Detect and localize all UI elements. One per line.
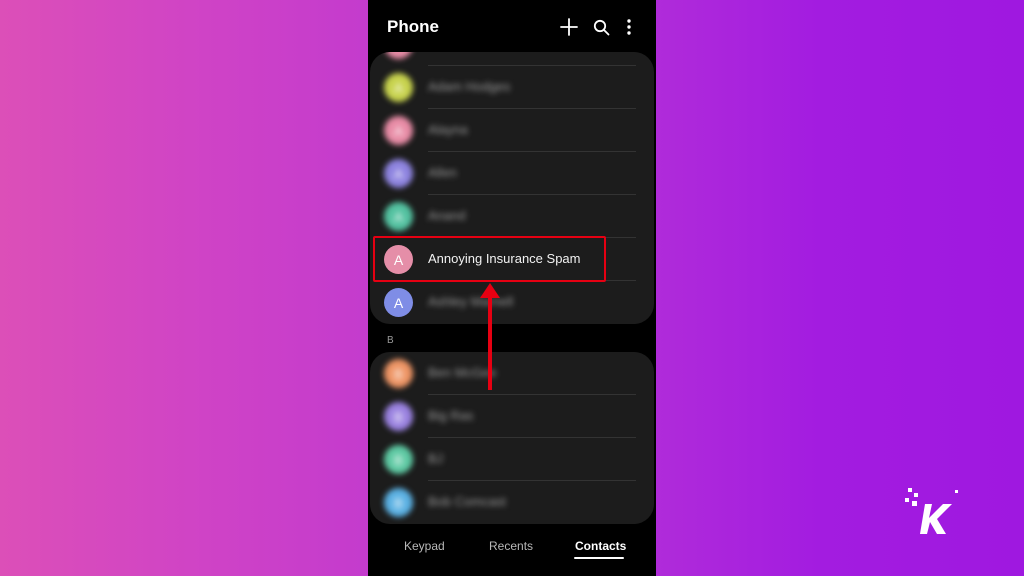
contacts-group-a: A Adam Hodges A Alayna A Allen A Anand A… bbox=[370, 52, 654, 324]
tab-keypad[interactable]: Keypad bbox=[404, 539, 445, 553]
contacts-group-b: B Ben McGee B Big Ras B BJ B Bob Comcast bbox=[370, 352, 654, 524]
app-title: Phone bbox=[387, 17, 439, 36]
tab-contacts[interactable]: Contacts bbox=[575, 539, 626, 553]
contact-row[interactable]: A Alayna bbox=[370, 109, 654, 152]
section-header-b: B bbox=[387, 335, 394, 346]
bottom-navigation: Keypad Recents Contacts bbox=[368, 528, 656, 568]
arrow-shaft bbox=[488, 295, 492, 390]
more-vertical-icon[interactable] bbox=[618, 16, 640, 38]
tab-recents[interactable]: Recents bbox=[489, 539, 533, 553]
contact-name: Big Ras bbox=[428, 408, 474, 423]
contact-row[interactable]: A Ashley Marnell bbox=[370, 281, 654, 324]
highlight-box bbox=[373, 236, 606, 282]
contact-name: Adam Hodges bbox=[428, 79, 511, 94]
contact-row[interactable]: A Allen bbox=[370, 152, 654, 195]
contact-name: Ashley Marnell bbox=[428, 294, 514, 309]
contact-row[interactable]: A Anand bbox=[370, 195, 654, 238]
contact-avatar: A bbox=[384, 288, 413, 317]
contact-avatar: A bbox=[384, 159, 413, 188]
contact-row[interactable]: B BJ bbox=[370, 438, 654, 481]
active-tab-indicator bbox=[574, 557, 624, 559]
contact-name: Bob Comcast bbox=[428, 494, 507, 509]
contact-name: BJ bbox=[428, 451, 444, 466]
knowtechie-logo bbox=[905, 488, 961, 538]
contact-row[interactable]: B Big Ras bbox=[370, 395, 654, 438]
contact-row[interactable]: A Adam Hodges bbox=[370, 66, 654, 109]
contact-name: Anand bbox=[428, 208, 466, 223]
search-icon[interactable] bbox=[590, 16, 612, 38]
contact-row-partial[interactable] bbox=[370, 52, 654, 66]
phone-screen: Phone A Adam Hodges A Alayna A Allen A A… bbox=[368, 0, 656, 576]
contact-row[interactable]: B Bob Comcast bbox=[370, 481, 654, 524]
contact-avatar: A bbox=[384, 116, 413, 145]
contact-avatar: A bbox=[384, 202, 413, 231]
contact-name: Allen bbox=[428, 165, 457, 180]
contact-name: Alayna bbox=[428, 122, 468, 137]
contact-avatar: B bbox=[384, 488, 413, 517]
contact-avatar: B bbox=[384, 402, 413, 431]
app-header: Phone bbox=[368, 0, 656, 54]
contact-avatar: B bbox=[384, 445, 413, 474]
contact-row[interactable]: B Ben McGee bbox=[370, 352, 654, 395]
contact-avatar bbox=[384, 52, 413, 59]
contact-name: Ben McGee bbox=[428, 365, 497, 380]
contact-avatar: B bbox=[384, 359, 413, 388]
plus-icon[interactable] bbox=[558, 16, 580, 38]
contact-avatar: A bbox=[384, 73, 413, 102]
